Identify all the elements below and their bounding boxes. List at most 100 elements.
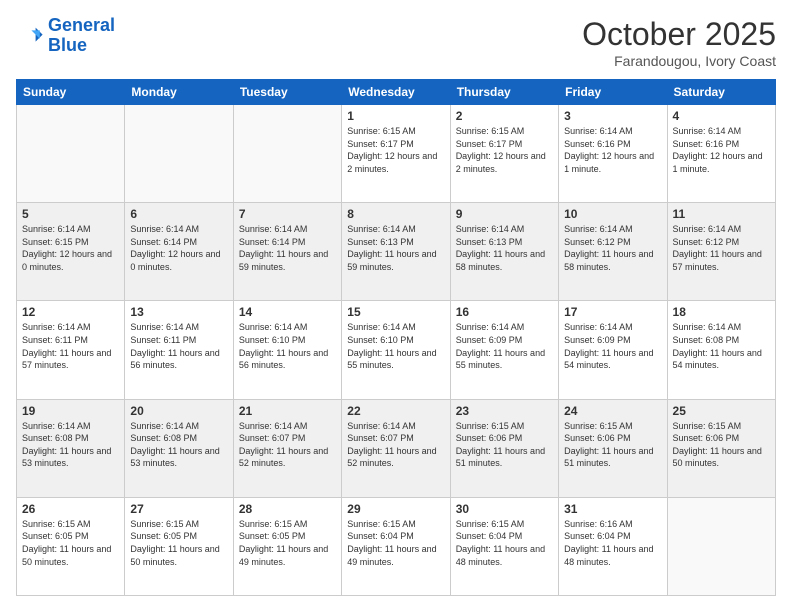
- day-info: Sunrise: 6:14 AM Sunset: 6:16 PM Dayligh…: [564, 125, 661, 175]
- day-number: 23: [456, 404, 553, 418]
- calendar-cell: 17 Sunrise: 6:14 AM Sunset: 6:09 PM Dayli…: [559, 301, 667, 399]
- calendar-cell: 31 Sunrise: 6:16 AM Sunset: 6:04 PM Dayli…: [559, 497, 667, 595]
- calendar-cell: 21Sunrise: 6:14 AM Sunset: 6:07 PM Dayli…: [233, 399, 341, 497]
- day-info: Sunrise: 6:14 AM Sunset: 6:08 PM Dayligh…: [673, 321, 770, 371]
- day-info: Sunrise: 6:15 AM Sunset: 6:04 PM Dayligh…: [456, 518, 553, 568]
- calendar-cell: [667, 497, 775, 595]
- title-block: October 2025 Farandougou, Ivory Coast: [582, 16, 776, 69]
- day-number: 19: [22, 404, 119, 418]
- calendar-cell: [125, 105, 233, 203]
- logo: General Blue: [16, 16, 115, 56]
- calendar-cell: 22Sunrise: 6:14 AM Sunset: 6:07 PM Dayli…: [342, 399, 450, 497]
- calendar-day-header: Tuesday: [233, 80, 341, 105]
- calendar-week-row: 12 Sunrise: 6:14 AM Sunset: 6:11 PM Dayli…: [17, 301, 776, 399]
- calendar-cell: 5 Sunrise: 6:14 AM Sunset: 6:15 PM Daylig…: [17, 203, 125, 301]
- calendar-cell: 27 Sunrise: 6:15 AM Sunset: 6:05 PM Dayli…: [125, 497, 233, 595]
- calendar-week-row: 26 Sunrise: 6:15 AM Sunset: 6:05 PM Dayli…: [17, 497, 776, 595]
- day-number: 25: [673, 404, 770, 418]
- day-info: Sunrise: 6:14 AM Sunset: 6:07 PM Dayligh…: [239, 420, 336, 470]
- day-number: 15: [347, 305, 444, 319]
- day-number: 8: [347, 207, 444, 221]
- day-info: Sunrise: 6:15 AM Sunset: 6:05 PM Dayligh…: [22, 518, 119, 568]
- calendar-cell: 8Sunrise: 6:14 AM Sunset: 6:13 PM Daylig…: [342, 203, 450, 301]
- calendar-day-header: Thursday: [450, 80, 558, 105]
- day-number: 26: [22, 502, 119, 516]
- calendar-cell: 26 Sunrise: 6:15 AM Sunset: 6:05 PM Dayli…: [17, 497, 125, 595]
- day-info: Sunrise: 6:15 AM Sunset: 6:06 PM Dayligh…: [456, 420, 553, 470]
- day-info: Sunrise: 6:14 AM Sunset: 6:10 PM Dayligh…: [239, 321, 336, 371]
- calendar-cell: 25 Sunrise: 6:15 AM Sunset: 6:06 PM Dayli…: [667, 399, 775, 497]
- day-info: Sunrise: 6:15 AM Sunset: 6:17 PM Dayligh…: [456, 125, 553, 175]
- calendar-cell: 14 Sunrise: 6:14 AM Sunset: 6:10 PM Dayli…: [233, 301, 341, 399]
- calendar-header-row: SundayMondayTuesdayWednesdayThursdayFrid…: [17, 80, 776, 105]
- day-info: Sunrise: 6:14 AM Sunset: 6:14 PM Dayligh…: [239, 223, 336, 273]
- calendar-cell: 13Sunrise: 6:14 AM Sunset: 6:11 PM Dayli…: [125, 301, 233, 399]
- day-info: Sunrise: 6:14 AM Sunset: 6:15 PM Dayligh…: [22, 223, 119, 273]
- calendar-day-header: Friday: [559, 80, 667, 105]
- day-number: 22: [347, 404, 444, 418]
- calendar-cell: 2 Sunrise: 6:15 AM Sunset: 6:17 PM Daylig…: [450, 105, 558, 203]
- calendar-cell: 30 Sunrise: 6:15 AM Sunset: 6:04 PM Dayli…: [450, 497, 558, 595]
- day-number: 17: [564, 305, 661, 319]
- calendar-cell: 12 Sunrise: 6:14 AM Sunset: 6:11 PM Dayli…: [17, 301, 125, 399]
- day-number: 6: [130, 207, 227, 221]
- location: Farandougou, Ivory Coast: [582, 53, 776, 69]
- logo-icon: [16, 22, 44, 50]
- day-number: 18: [673, 305, 770, 319]
- day-info: Sunrise: 6:15 AM Sunset: 6:17 PM Dayligh…: [347, 125, 444, 175]
- calendar-cell: 9 Sunrise: 6:14 AM Sunset: 6:13 PM Daylig…: [450, 203, 558, 301]
- day-info: Sunrise: 6:14 AM Sunset: 6:14 PM Dayligh…: [130, 223, 227, 273]
- day-number: 14: [239, 305, 336, 319]
- calendar-day-header: Monday: [125, 80, 233, 105]
- day-number: 12: [22, 305, 119, 319]
- day-number: 10: [564, 207, 661, 221]
- header: General Blue October 2025 Farandougou, I…: [16, 16, 776, 69]
- day-number: 1: [347, 109, 444, 123]
- calendar-cell: 18 Sunrise: 6:14 AM Sunset: 6:08 PM Dayli…: [667, 301, 775, 399]
- calendar-cell: 28Sunrise: 6:15 AM Sunset: 6:05 PM Dayli…: [233, 497, 341, 595]
- day-number: 5: [22, 207, 119, 221]
- calendar-cell: 15Sunrise: 6:14 AM Sunset: 6:10 PM Dayli…: [342, 301, 450, 399]
- calendar-cell: 1 Sunrise: 6:15 AM Sunset: 6:17 PM Daylig…: [342, 105, 450, 203]
- day-info: Sunrise: 6:15 AM Sunset: 6:05 PM Dayligh…: [239, 518, 336, 568]
- calendar-cell: 29Sunrise: 6:15 AM Sunset: 6:04 PM Dayli…: [342, 497, 450, 595]
- day-number: 4: [673, 109, 770, 123]
- day-info: Sunrise: 6:16 AM Sunset: 6:04 PM Dayligh…: [564, 518, 661, 568]
- month-title: October 2025: [582, 16, 776, 53]
- day-number: 16: [456, 305, 553, 319]
- day-number: 9: [456, 207, 553, 221]
- calendar-cell: 4Sunrise: 6:14 AM Sunset: 6:16 PM Daylig…: [667, 105, 775, 203]
- day-info: Sunrise: 6:14 AM Sunset: 6:11 PM Dayligh…: [130, 321, 227, 371]
- calendar-cell: 3 Sunrise: 6:14 AM Sunset: 6:16 PM Daylig…: [559, 105, 667, 203]
- day-number: 20: [130, 404, 227, 418]
- day-number: 3: [564, 109, 661, 123]
- day-info: Sunrise: 6:14 AM Sunset: 6:12 PM Dayligh…: [564, 223, 661, 273]
- calendar-cell: 11Sunrise: 6:14 AM Sunset: 6:12 PM Dayli…: [667, 203, 775, 301]
- day-info: Sunrise: 6:14 AM Sunset: 6:13 PM Dayligh…: [456, 223, 553, 273]
- calendar-cell: [233, 105, 341, 203]
- calendar-cell: 23 Sunrise: 6:15 AM Sunset: 6:06 PM Dayli…: [450, 399, 558, 497]
- logo-line1: General: [48, 15, 115, 35]
- day-number: 30: [456, 502, 553, 516]
- calendar-day-header: Wednesday: [342, 80, 450, 105]
- day-info: Sunrise: 6:14 AM Sunset: 6:11 PM Dayligh…: [22, 321, 119, 371]
- calendar-cell: 10 Sunrise: 6:14 AM Sunset: 6:12 PM Dayli…: [559, 203, 667, 301]
- calendar-week-row: 19 Sunrise: 6:14 AM Sunset: 6:08 PM Dayli…: [17, 399, 776, 497]
- calendar-day-header: Saturday: [667, 80, 775, 105]
- day-number: 29: [347, 502, 444, 516]
- day-number: 31: [564, 502, 661, 516]
- day-number: 27: [130, 502, 227, 516]
- day-number: 11: [673, 207, 770, 221]
- calendar-cell: 7Sunrise: 6:14 AM Sunset: 6:14 PM Daylig…: [233, 203, 341, 301]
- day-info: Sunrise: 6:15 AM Sunset: 6:06 PM Dayligh…: [673, 420, 770, 470]
- day-info: Sunrise: 6:14 AM Sunset: 6:09 PM Dayligh…: [564, 321, 661, 371]
- day-number: 24: [564, 404, 661, 418]
- calendar-cell: 6 Sunrise: 6:14 AM Sunset: 6:14 PM Daylig…: [125, 203, 233, 301]
- logo-text: General Blue: [48, 16, 115, 56]
- day-info: Sunrise: 6:14 AM Sunset: 6:08 PM Dayligh…: [22, 420, 119, 470]
- calendar-cell: 19 Sunrise: 6:14 AM Sunset: 6:08 PM Dayli…: [17, 399, 125, 497]
- day-info: Sunrise: 6:14 AM Sunset: 6:08 PM Dayligh…: [130, 420, 227, 470]
- day-info: Sunrise: 6:15 AM Sunset: 6:05 PM Dayligh…: [130, 518, 227, 568]
- day-number: 2: [456, 109, 553, 123]
- calendar-cell: 20 Sunrise: 6:14 AM Sunset: 6:08 PM Dayli…: [125, 399, 233, 497]
